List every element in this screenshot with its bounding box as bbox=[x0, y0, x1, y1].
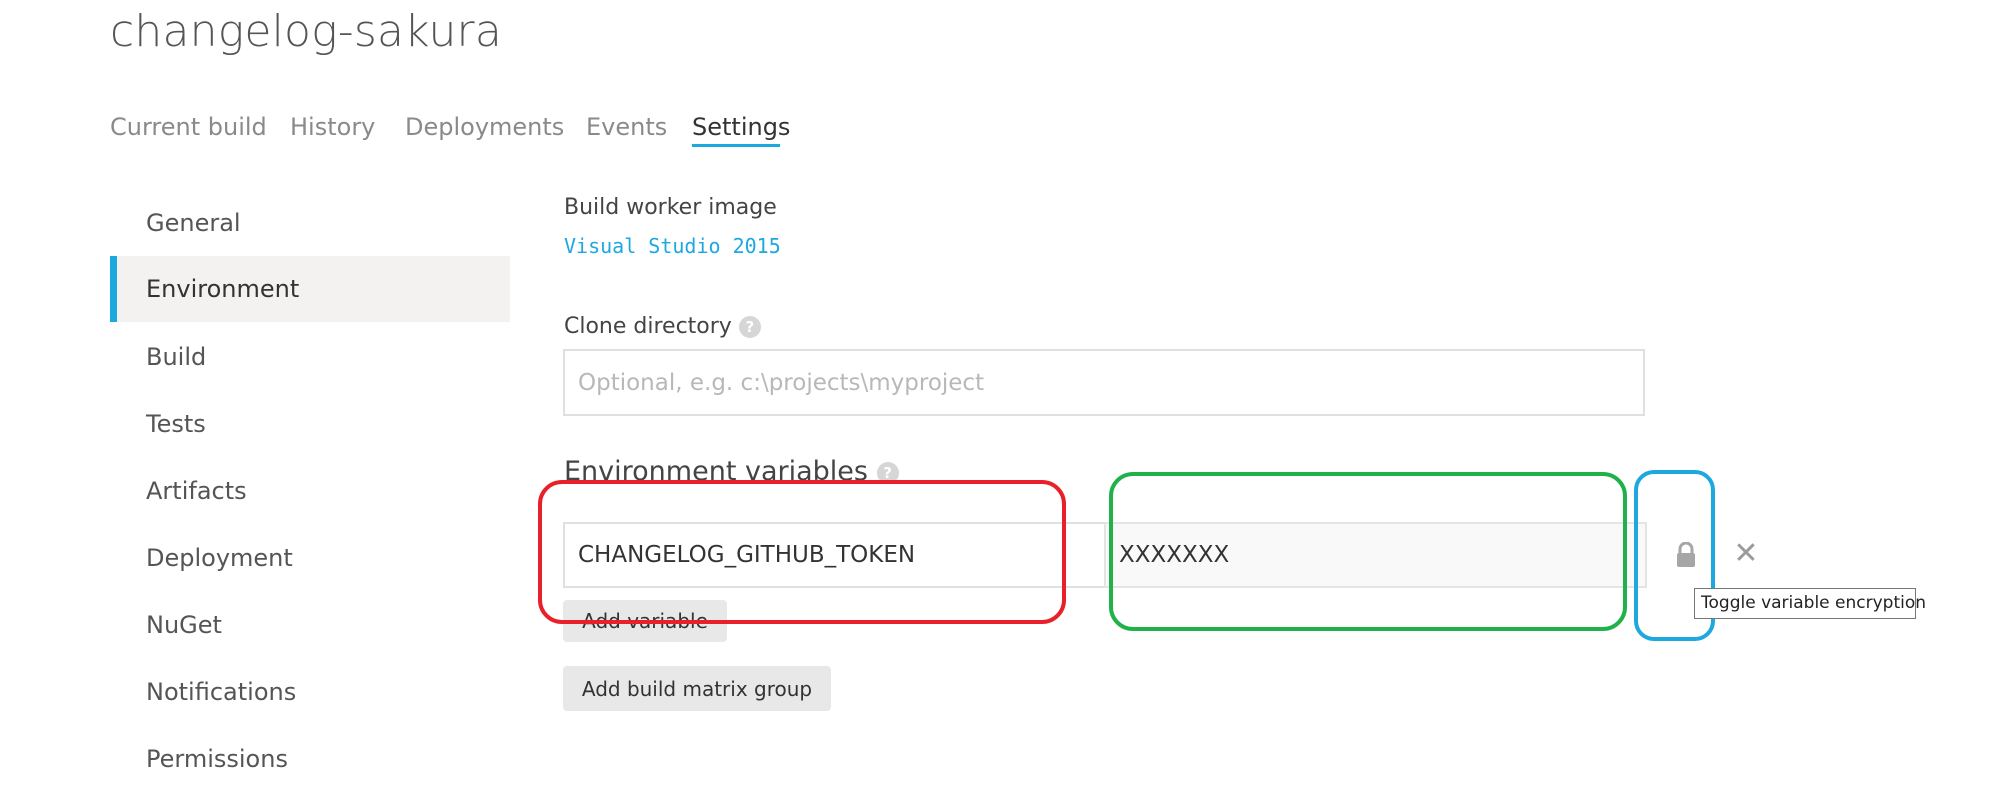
sidebar-item-label: Tests bbox=[146, 410, 206, 438]
tab-current-build[interactable]: Current build bbox=[110, 113, 267, 141]
sidebar-item-tests[interactable]: Tests bbox=[110, 391, 510, 457]
sidebar-item-general[interactable]: General bbox=[110, 190, 510, 256]
sidebar-item-label: Build bbox=[146, 343, 207, 371]
sidebar-item-label: General bbox=[146, 209, 241, 237]
tab-deployments[interactable]: Deployments bbox=[405, 113, 564, 141]
sidebar-item-artifacts[interactable]: Artifacts bbox=[110, 458, 510, 524]
annotation-name-box bbox=[538, 480, 1066, 624]
active-indicator bbox=[110, 256, 117, 322]
active-tab-underline bbox=[692, 144, 780, 147]
build-worker-value[interactable]: Visual Studio 2015 bbox=[564, 234, 781, 258]
sidebar-item-environment[interactable]: Environment bbox=[110, 256, 510, 322]
tab-settings[interactable]: Settings bbox=[692, 113, 790, 141]
clone-directory-label: Clone directory ? bbox=[564, 314, 761, 339]
clone-directory-input[interactable] bbox=[563, 349, 1645, 416]
close-icon[interactable]: ✕ bbox=[1726, 533, 1766, 573]
sidebar-item-nuget[interactable]: NuGet bbox=[110, 592, 510, 658]
sidebar-item-deployment[interactable]: Deployment bbox=[110, 525, 510, 591]
sidebar-item-label: Notifications bbox=[146, 678, 297, 706]
annotation-value-box bbox=[1109, 472, 1627, 631]
sidebar-item-label: Environment bbox=[146, 275, 300, 303]
sidebar-item-label: Permissions bbox=[146, 745, 288, 773]
sidebar-item-label: NuGet bbox=[146, 611, 222, 639]
sidebar-item-label: Artifacts bbox=[146, 477, 247, 505]
clone-directory-label-text: Clone directory bbox=[564, 314, 732, 339]
sidebar-item-build[interactable]: Build bbox=[110, 324, 510, 390]
tooltip: Toggle variable encryption bbox=[1694, 588, 1926, 619]
page-title: changelog-sakura bbox=[110, 6, 502, 57]
sidebar-item-notifications[interactable]: Notifications bbox=[110, 659, 510, 725]
tab-history[interactable]: History bbox=[290, 113, 375, 141]
sidebar-item-permissions[interactable]: Permissions bbox=[110, 726, 510, 792]
add-build-matrix-group-button[interactable]: Add build matrix group bbox=[563, 666, 831, 711]
sidebar-item-label: Deployment bbox=[146, 544, 293, 572]
build-worker-label: Build worker image bbox=[564, 195, 777, 220]
tab-events[interactable]: Events bbox=[586, 113, 667, 141]
help-icon[interactable]: ? bbox=[738, 316, 761, 338]
